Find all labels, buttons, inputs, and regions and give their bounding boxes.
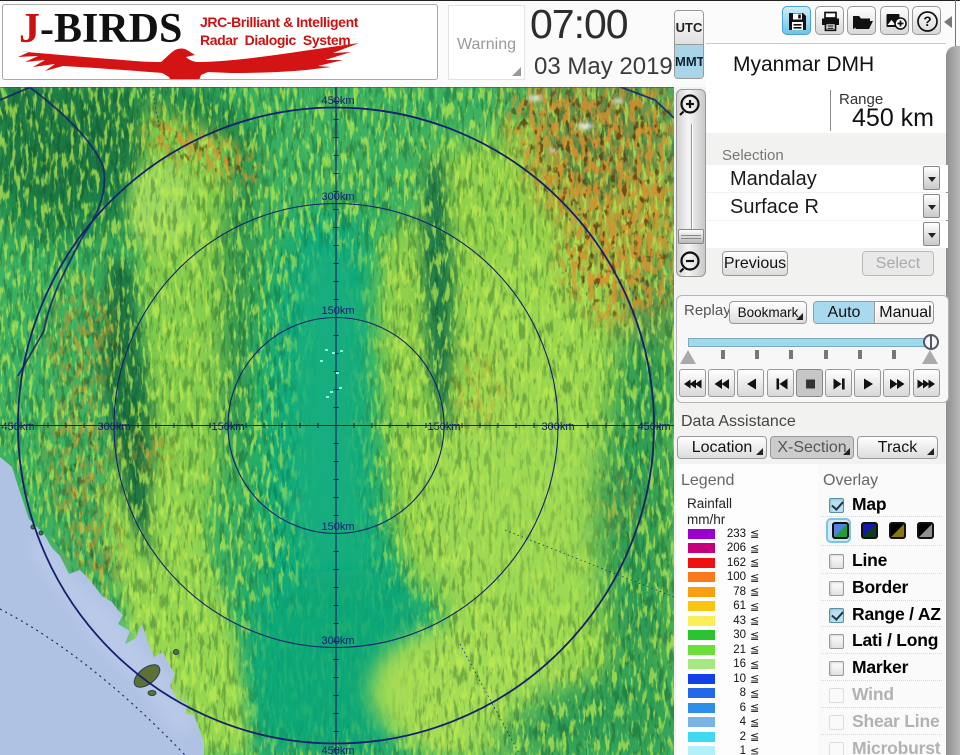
svg-text:150km: 150km [321, 521, 354, 533]
svg-text:150km: 150km [427, 421, 460, 433]
svg-text:300km: 300km [321, 191, 354, 203]
svg-text:450km: 450km [321, 745, 354, 755]
svg-text:300km: 300km [321, 635, 354, 647]
svg-text:150km: 150km [321, 305, 354, 317]
svg-text:450km: 450km [321, 95, 354, 107]
svg-text:300km: 300km [541, 421, 574, 433]
svg-text:?: ? [923, 14, 931, 29]
svg-text:450km: 450km [637, 421, 670, 433]
svg-text:450km: 450km [1, 421, 34, 433]
svg-text:150km: 150km [211, 421, 244, 433]
svg-text:300km: 300km [97, 421, 130, 433]
